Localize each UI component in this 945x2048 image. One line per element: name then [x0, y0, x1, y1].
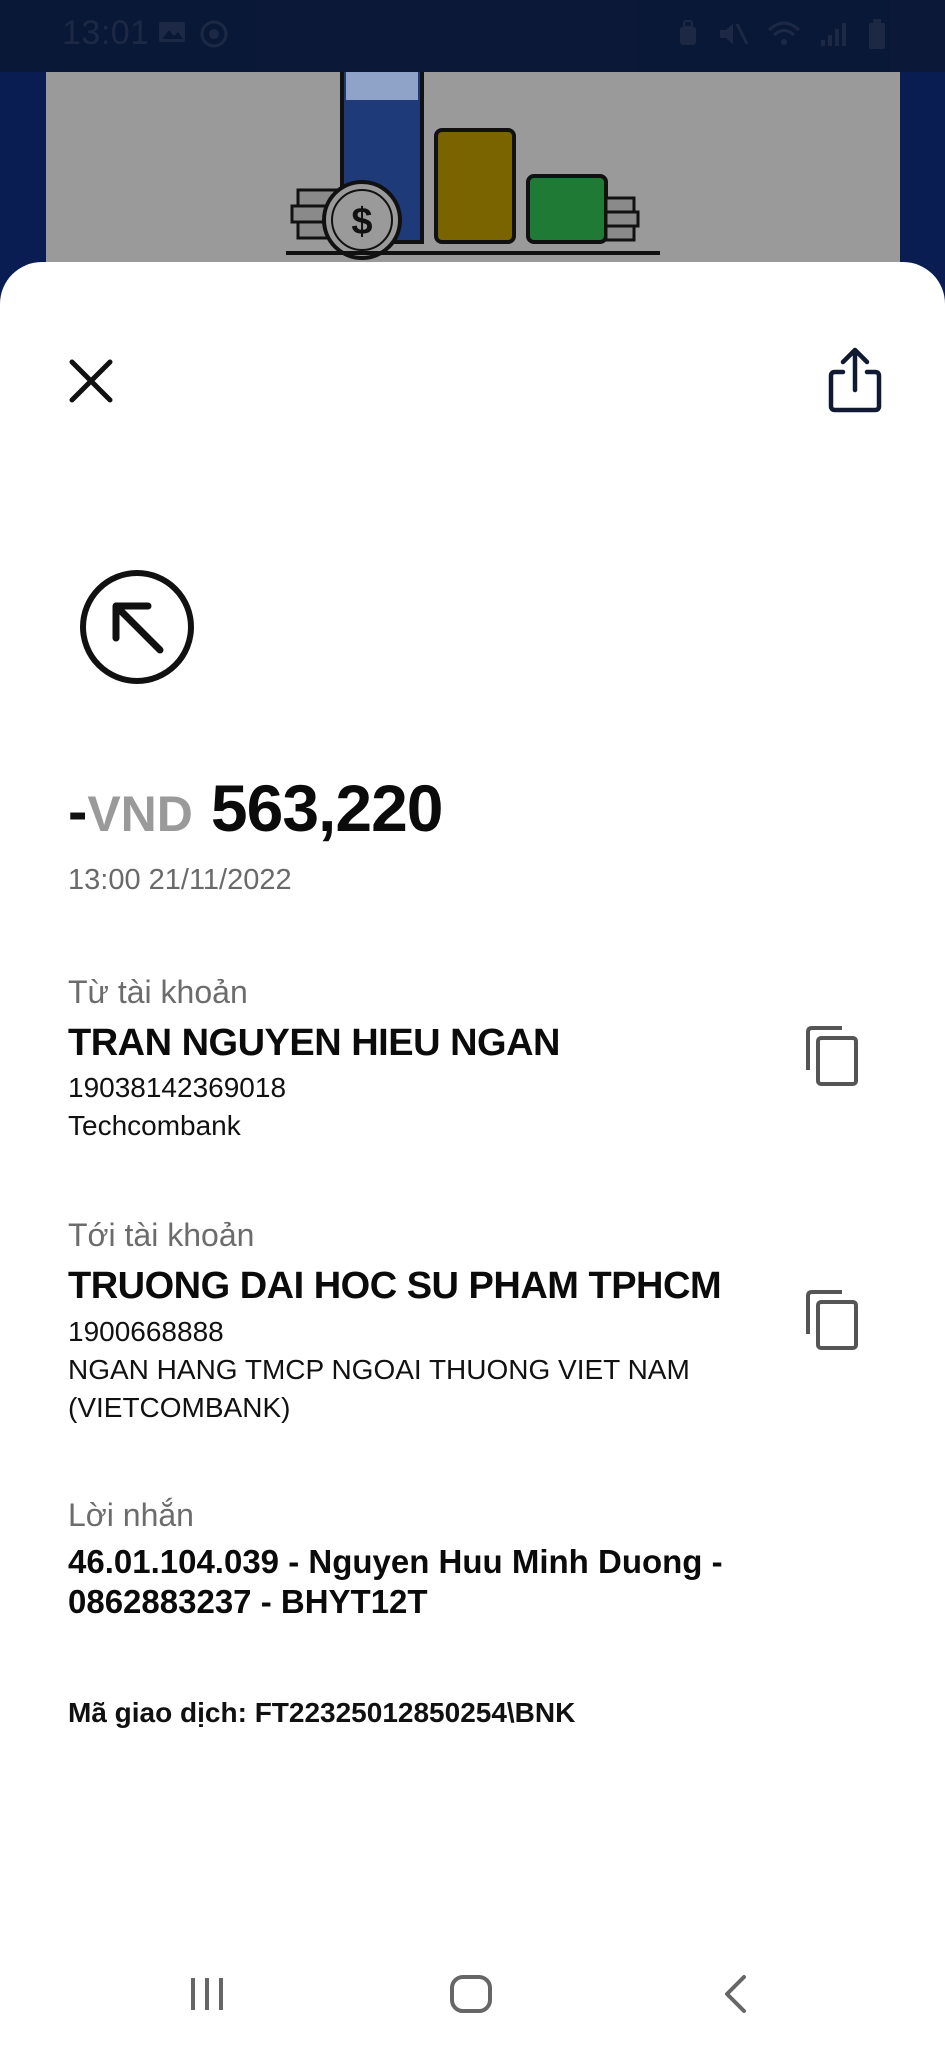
- copy-to-account-button[interactable]: [802, 1288, 862, 1352]
- from-account-name: TRAN NGUYEN HIEU NGAN: [68, 1022, 560, 1064]
- copy-icon: [806, 1026, 858, 1086]
- alarm-icon: [677, 19, 699, 54]
- signal-icon: [819, 20, 849, 53]
- system-navigation-bar: [0, 1940, 945, 2048]
- to-account-bank-line2: (VIETCOMBANK): [68, 1392, 291, 1423]
- from-account-number: 19038142369018: [68, 1072, 287, 1103]
- share-icon: [828, 347, 882, 413]
- share-button[interactable]: [820, 340, 890, 420]
- arrow-up-left-circle-icon: [80, 570, 194, 684]
- transaction-id-label: Mã giao dịch:: [68, 1697, 247, 1728]
- bar-chart-coins-illustration: $: [286, 60, 660, 260]
- amount-value: 563,220: [210, 771, 444, 845]
- gallery-icon: [158, 20, 186, 53]
- promo-banner: $: [46, 60, 900, 282]
- recent-apps-button[interactable]: [172, 1964, 242, 2024]
- copy-from-account-button[interactable]: [802, 1024, 862, 1088]
- transaction-id: Mã giao dịch: FT22325012850254\BNK: [68, 1697, 575, 1729]
- back-icon: [725, 1975, 746, 2013]
- from-account-label: Từ tài khoản: [68, 974, 248, 1010]
- status-time: 13:01: [62, 14, 150, 52]
- transaction-datetime: 13:00 21/11/2022: [68, 864, 292, 896]
- close-icon: [69, 359, 113, 403]
- amount-sign: -: [68, 779, 88, 844]
- to-account-bank-line1: NGAN HANG TMCP NGOAI THUONG VIET NAM: [68, 1354, 690, 1385]
- status-bar: 13:01: [0, 0, 945, 72]
- message-label: Lời nhắn: [68, 1497, 194, 1533]
- message-text: 46.01.104.039 - Nguyen Huu Minh Duong - …: [68, 1543, 723, 1620]
- transaction-amount: - VND 563,220: [68, 770, 444, 846]
- recent-apps-icon: [191, 1978, 223, 2010]
- home-icon: [450, 1975, 492, 2013]
- amount-currency: VND: [87, 786, 193, 842]
- svg-text:$: $: [351, 201, 372, 243]
- copy-icon: [806, 1290, 858, 1350]
- home-button[interactable]: [436, 1964, 506, 2024]
- wifi-icon: [767, 20, 801, 53]
- mute-icon: [717, 20, 749, 53]
- battery-icon: [867, 18, 887, 55]
- close-button[interactable]: [58, 348, 124, 414]
- to-account-name: TRUONG DAI HOC SU PHAM TPHCM: [68, 1265, 722, 1307]
- from-account-bank: Techcombank: [68, 1110, 241, 1141]
- back-button[interactable]: [700, 1964, 770, 2024]
- transaction-id-value: FT22325012850254\BNK: [254, 1697, 576, 1728]
- to-account-label: Tới tài khoản: [68, 1217, 255, 1253]
- messenger-icon: [200, 20, 228, 53]
- transaction-detail-sheet: [0, 262, 945, 2048]
- to-account-number: 1900668888: [68, 1316, 224, 1347]
